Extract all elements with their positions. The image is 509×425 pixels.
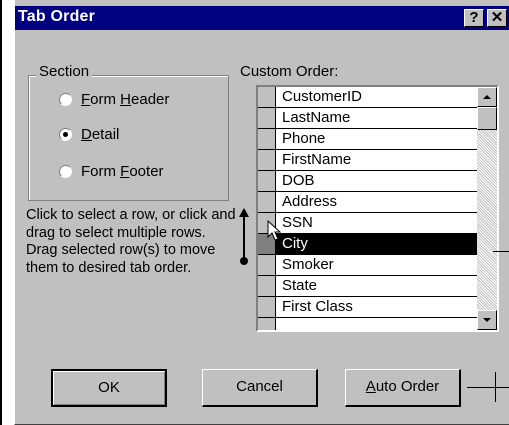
list-row-label: FirstName <box>282 151 352 168</box>
list-row[interactable]: First Class <box>258 297 477 318</box>
scroll-down-icon <box>483 318 491 322</box>
list-row[interactable]: State <box>258 276 477 297</box>
row-selector[interactable] <box>258 192 276 212</box>
list-row[interactable]: SSN <box>258 213 477 234</box>
list-row[interactable]: Phone <box>258 129 477 150</box>
instructions-text: Click to select a row, or click and drag… <box>26 207 236 276</box>
radio-detail-label: Detail <box>81 126 120 143</box>
scroll-up-icon <box>483 95 491 99</box>
callout-line-list <box>493 251 509 252</box>
list-row[interactable]: Address <box>258 192 477 213</box>
list-row-label: Smoker <box>282 256 334 273</box>
vertical-scrollbar[interactable] <box>477 87 497 330</box>
list-row[interactable]: Smoker <box>258 255 477 276</box>
drag-arrow-icon <box>239 208 249 265</box>
help-icon[interactable]: ? <box>464 9 484 27</box>
close-icon[interactable]: ✕ <box>487 9 507 27</box>
radio-form-footer-label: Form Footer <box>81 163 164 180</box>
list-row[interactable]: CustomerID <box>258 87 477 108</box>
callout-tick-auto-order <box>495 372 496 402</box>
list-row-label: SSN <box>282 214 313 231</box>
pointer-cursor-icon <box>267 220 281 241</box>
radio-button-icon[interactable] <box>59 128 72 141</box>
custom-order-listbox[interactable]: CustomerID LastName Phone FirstName DOB … <box>256 85 499 332</box>
custom-order-label: Custom Order: <box>240 63 339 80</box>
auto-order-label: Auto Order <box>365 378 440 395</box>
list-row[interactable]: LastName <box>258 108 477 129</box>
row-selector[interactable] <box>258 276 276 296</box>
list-row-label: DOB <box>282 172 315 189</box>
ok-button[interactable]: OK <box>51 369 167 407</box>
list-row-selected[interactable]: City <box>258 234 477 255</box>
window-edge <box>0 0 2 425</box>
list-row[interactable]: FirstName <box>258 150 477 171</box>
auto-order-button[interactable]: Auto Order <box>345 369 461 407</box>
radio-button-icon[interactable] <box>59 93 72 106</box>
row-selector[interactable] <box>258 129 276 149</box>
list-row-label: State <box>282 277 318 294</box>
scroll-down-button[interactable] <box>477 310 497 330</box>
radio-form-header-label: Form Header <box>81 91 170 108</box>
custom-order-rows: CustomerID LastName Phone FirstName DOB … <box>258 87 477 330</box>
radio-button-icon[interactable] <box>59 165 72 178</box>
row-selector[interactable] <box>258 297 276 317</box>
callout-line-auto-order <box>467 387 509 388</box>
list-row-label: First Class <box>282 298 353 315</box>
list-row[interactable]: DOB <box>258 171 477 192</box>
dialog-title: Tab Order <box>18 8 96 25</box>
row-selector[interactable] <box>258 255 276 275</box>
list-row-label: Address <box>282 193 338 210</box>
list-row-label: Phone <box>282 130 326 147</box>
radio-dot-icon <box>63 132 68 137</box>
section-label: Section <box>36 63 93 80</box>
scroll-thumb[interactable] <box>477 107 497 130</box>
row-selector[interactable] <box>258 108 276 128</box>
row-selector[interactable] <box>258 87 276 107</box>
list-row-label: CustomerID <box>282 88 363 105</box>
list-row-label: City <box>282 235 308 252</box>
row-selector[interactable] <box>258 171 276 191</box>
list-row-partial[interactable] <box>258 318 477 330</box>
cancel-button[interactable]: Cancel <box>202 369 318 407</box>
scroll-up-button[interactable] <box>477 87 497 107</box>
row-selector[interactable] <box>258 318 276 330</box>
list-row-label: LastName <box>282 109 351 126</box>
title-bar: Tab Order ? ✕ <box>15 6 509 30</box>
tab-order-dialog: Tab Order ? ✕ Section Form Header Detail… <box>14 0 509 425</box>
row-selector[interactable] <box>258 150 276 170</box>
